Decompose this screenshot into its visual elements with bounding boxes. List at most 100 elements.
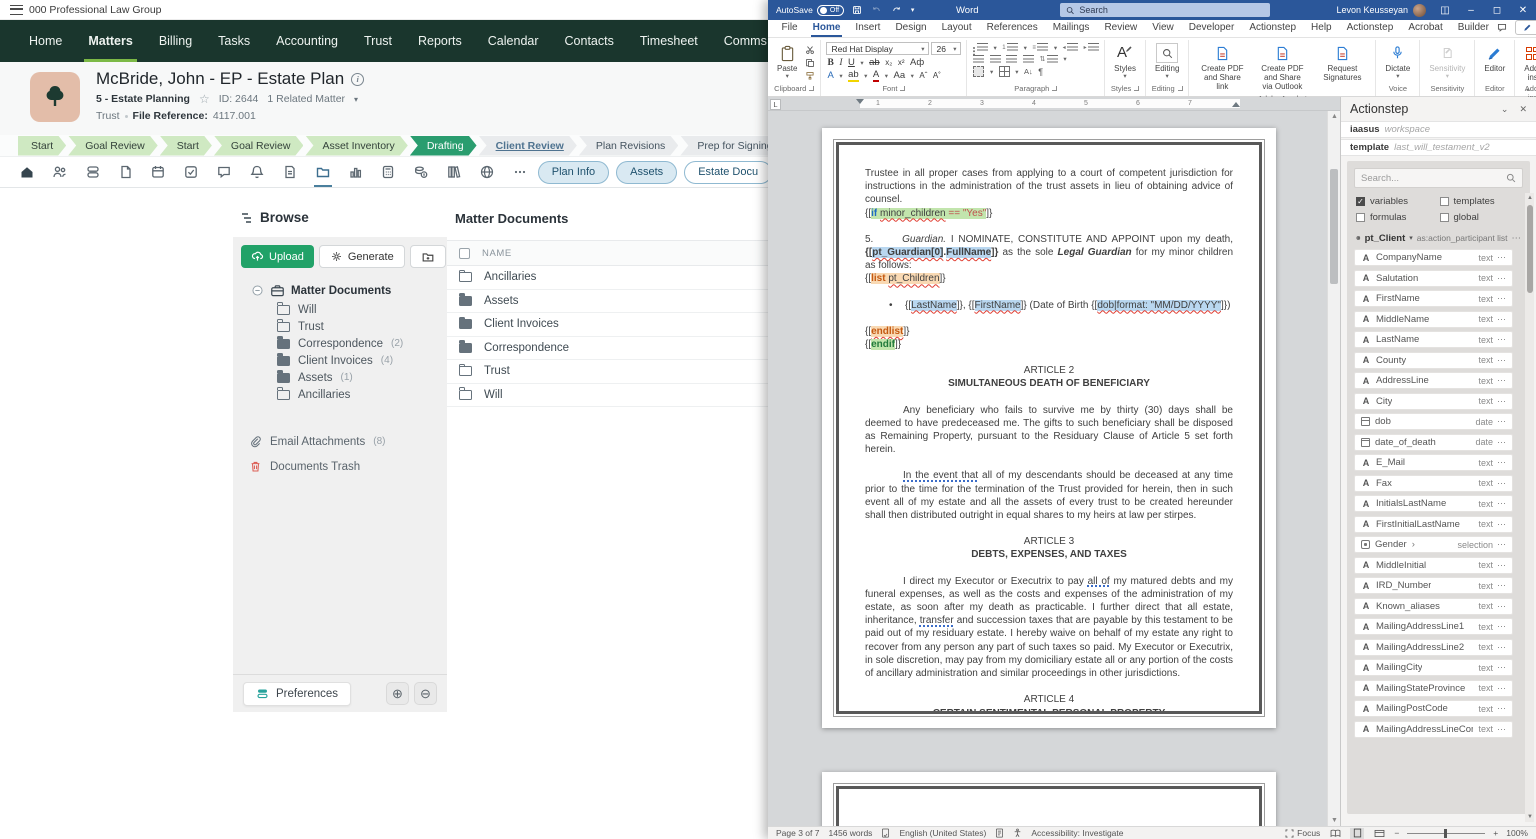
template-field[interactable]: template last_will_testament_v2 (1341, 139, 1536, 156)
doc-list-row-client-invoices[interactable]: Client Invoices (447, 313, 768, 337)
scrollbar-thumb[interactable] (1527, 205, 1533, 293)
tab-layout-4[interactable]: Layout (934, 19, 979, 37)
variable-menu-icon[interactable]: ⋯ (1497, 580, 1506, 591)
tab-file-0[interactable]: File (774, 19, 805, 37)
dialog-launcher-icon[interactable] (1052, 86, 1057, 91)
tab-home-1[interactable]: Home (805, 19, 848, 37)
focus-button[interactable]: Focus (1285, 828, 1320, 838)
tree-folder-client-invoices[interactable]: Client Invoices(4) (233, 352, 447, 369)
scroll-up-icon[interactable]: ▲ (1331, 113, 1338, 120)
contacts-icon[interactable] (45, 157, 75, 187)
filter-formulas[interactable]: formulas (1356, 212, 1438, 223)
tab-view-8[interactable]: View (1145, 19, 1182, 37)
word-count[interactable]: 1456 words (828, 828, 872, 838)
editing-button[interactable]: Editing ▾ (1151, 42, 1183, 82)
maximize-button[interactable]: ◻ (1484, 0, 1510, 20)
workflow-step-plan-revisions[interactable]: Plan Revisions (579, 136, 678, 156)
cut-icon[interactable] (805, 45, 815, 55)
cards-icon[interactable] (78, 157, 108, 187)
read-mode-button[interactable] (1328, 828, 1342, 839)
variable-menu-icon[interactable]: ⋯ (1497, 662, 1506, 673)
notes-icon[interactable] (275, 157, 305, 187)
assets-button[interactable]: Assets (616, 161, 677, 184)
panel-search-input[interactable] (1361, 173, 1502, 184)
tab-selector[interactable]: L (770, 99, 781, 110)
workflow-step-drafting[interactable]: Drafting (410, 136, 477, 156)
scroll-down-icon[interactable]: ▼ (1331, 817, 1338, 824)
nav-item-calendar[interactable]: Calendar (475, 20, 552, 62)
variable-row-firstinitiallastname[interactable]: AFirstInitialLastNametext⋯ (1354, 516, 1513, 533)
more-icon[interactable] (505, 157, 535, 187)
tree-folder-assets[interactable]: Assets(1) (233, 369, 447, 386)
filter-variables[interactable]: ✓variables (1356, 196, 1438, 207)
word-search-box[interactable] (1060, 3, 1270, 17)
text-effects-button[interactable]: A (827, 71, 833, 81)
page-indicator[interactable]: Page 3 of 7 (776, 828, 819, 838)
tree-root-matter-documents[interactable]: Matter Documents (233, 278, 447, 301)
preferences-button[interactable]: Preferences (243, 682, 351, 706)
numbering-button[interactable]: 1 (1002, 43, 1018, 52)
increase-indent-button[interactable]: ▸ (1084, 43, 1100, 52)
document-canvas[interactable]: Trustee in all proper cases from applyin… (768, 111, 1340, 826)
variable-menu-icon[interactable]: ⋯ (1497, 519, 1506, 530)
workspace-field[interactable]: iaasus workspace (1341, 121, 1536, 138)
variable-menu-icon[interactable]: ⋯ (1497, 498, 1506, 509)
doc-list-row-assets[interactable]: Assets (447, 290, 768, 314)
tasks-icon[interactable] (176, 157, 206, 187)
nav-item-trust[interactable]: Trust (351, 20, 405, 62)
undo-icon[interactable] (871, 5, 882, 15)
checkbox-templates[interactable] (1440, 197, 1449, 206)
documents-folder-icon[interactable] (308, 157, 338, 187)
variable-row-addressline[interactable]: AAddressLinetext⋯ (1354, 372, 1513, 389)
nav-item-timesheet[interactable]: Timesheet (627, 20, 711, 62)
dictate-button[interactable]: Dictate ▾ (1381, 42, 1414, 82)
variable-row-salutation[interactable]: ASalutationtext⋯ (1354, 270, 1513, 287)
workflow-step-goal-review[interactable]: Goal Review (68, 136, 158, 156)
align-left-button[interactable] (973, 55, 984, 64)
group-menu-icon[interactable]: ⋯ (1512, 233, 1522, 244)
strikethrough-button[interactable]: ab (869, 58, 880, 68)
print-layout-button[interactable] (1350, 828, 1364, 839)
nav-item-comms[interactable]: Comms (711, 20, 768, 62)
panel-collapse-icon[interactable]: ⌄ (1501, 104, 1509, 115)
doc-list-row-correspondence[interactable]: Correspondence (447, 337, 768, 361)
nav-item-accounting[interactable]: Accounting (263, 20, 351, 62)
variable-menu-icon[interactable]: ⋯ (1497, 416, 1506, 427)
save-icon[interactable] (852, 5, 862, 15)
document-page-4[interactable]: As a part of my property and estate at t… (822, 772, 1276, 826)
indent-marker-left[interactable] (856, 99, 864, 104)
variable-row-companyname[interactable]: ACompanyNametext⋯ (1354, 249, 1513, 266)
variable-menu-icon[interactable]: ⋯ (1497, 621, 1506, 632)
scroll-up-icon[interactable]: ▲ (1527, 195, 1533, 201)
sort-button[interactable]: A↓ (1024, 67, 1033, 76)
account-control[interactable]: Levon Keusseyan (1336, 0, 1426, 20)
request-signatures-button[interactable]: Request Signatures (1314, 42, 1370, 83)
reports-icon[interactable] (341, 157, 371, 187)
variable-row-fax[interactable]: AFaxtext⋯ (1354, 475, 1513, 492)
tab-acrobat-13[interactable]: Acrobat (1401, 19, 1450, 37)
home-icon[interactable] (12, 157, 42, 187)
nav-item-tasks[interactable]: Tasks (205, 20, 263, 62)
zoom-slider[interactable] (1407, 833, 1485, 834)
variable-row-e-mail[interactable]: AE_Mailtext⋯ (1354, 454, 1513, 471)
related-matter-link[interactable]: 1 Related Matter (267, 93, 345, 105)
document-page-3[interactable]: Trustee in all proper cases from applyin… (822, 128, 1276, 728)
document-scrollbar[interactable]: ▲ ▼ (1327, 111, 1340, 826)
font-size-select[interactable]: 26▾ (931, 42, 961, 55)
variable-row-mailingstateprovince[interactable]: AMailingStateProvincetext⋯ (1354, 680, 1513, 697)
doc-list-row-ancillaries[interactable]: Ancillaries (447, 266, 768, 290)
checkbox-global[interactable] (1440, 213, 1449, 222)
variable-row-known-aliases[interactable]: AKnown_aliasestext⋯ (1354, 598, 1513, 615)
ribbon-display-options-icon[interactable]: ◫ (1432, 0, 1458, 20)
variable-row-dob[interactable]: dobdate⋯ (1354, 413, 1513, 430)
shrink-font-button[interactable]: A˚ (933, 71, 941, 81)
web-layout-button[interactable] (1372, 828, 1386, 839)
zoom-level[interactable]: 100% (1506, 828, 1528, 838)
create-pdf-and-share-via-outlook-button[interactable]: Create PDF and Share via Outlook (1254, 42, 1310, 93)
variable-row-date-of-death[interactable]: date_of_deathdate⋯ (1354, 434, 1513, 451)
bold-button[interactable]: B (827, 58, 833, 68)
alerts-icon[interactable] (242, 157, 272, 187)
show-formatting-button[interactable]: ¶ (1038, 67, 1043, 77)
doc-list-row-trust[interactable]: Trust (447, 360, 768, 384)
variable-menu-icon[interactable]: ⋯ (1497, 334, 1506, 345)
